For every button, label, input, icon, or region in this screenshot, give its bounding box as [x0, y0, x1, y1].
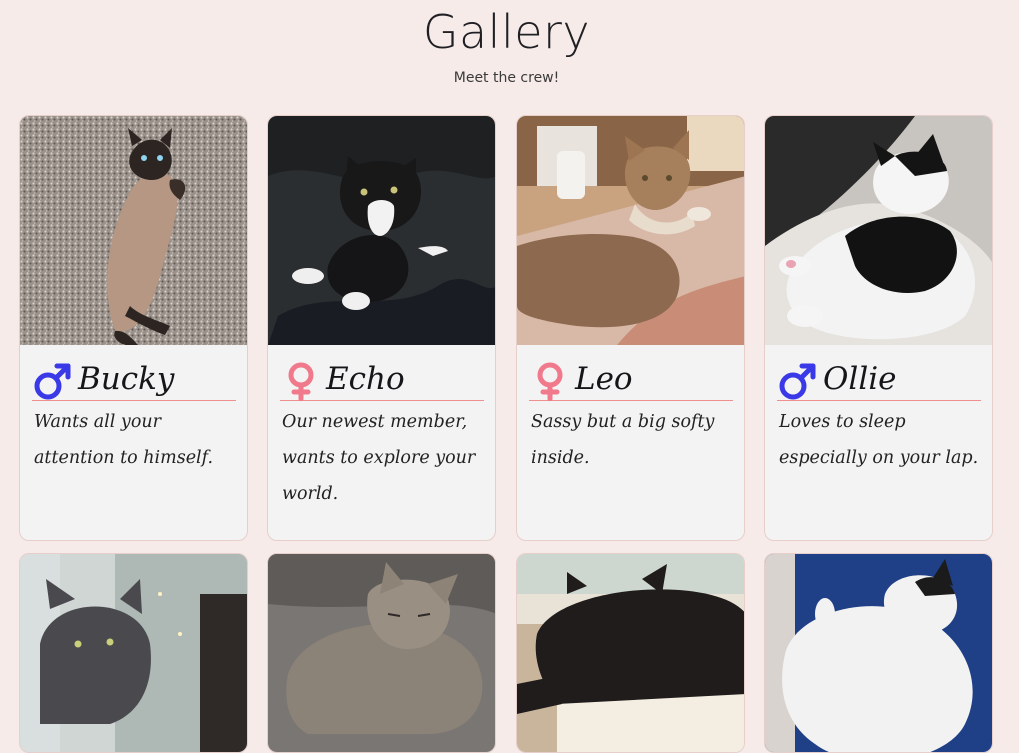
- cat-photo-leo: [517, 116, 744, 345]
- cat-photo-bucky: [20, 116, 247, 345]
- cat-name-row: Bucky: [32, 356, 236, 401]
- cat-name: Leo: [575, 361, 633, 397]
- cat-description: Wants all your attention to himself.: [34, 412, 214, 468]
- female-symbol-icon: [537, 362, 563, 401]
- cat-photo: [268, 554, 495, 752]
- cat-name: Echo: [326, 361, 405, 397]
- cat-photo: [517, 554, 744, 752]
- cat-card-leo: Leo Sassy but a big softy inside.: [516, 115, 745, 541]
- cat-photo-echo: [268, 116, 495, 345]
- cat-card-6: [267, 553, 496, 753]
- cat-description: Loves to sleep especially on your lap.: [779, 412, 979, 468]
- cat-card-echo: Echo Our newest member, wants to explore…: [267, 115, 496, 541]
- cat-name: Bucky: [78, 361, 175, 397]
- cat-card-5: [19, 553, 248, 753]
- cat-description: Sassy but a big softy inside.: [531, 412, 715, 468]
- cat-name-row: Echo: [280, 356, 484, 401]
- page-title: Gallery: [422, 5, 591, 59]
- cat-card-ollie: Ollie Loves to sleep especially on your …: [764, 115, 993, 541]
- cat-photo: [20, 554, 247, 752]
- page-subtitle: Meet the crew!: [453, 70, 560, 86]
- cat-name-row: Leo: [529, 356, 733, 401]
- cat-photo-ollie: [765, 116, 992, 345]
- female-symbol-icon: [288, 362, 314, 401]
- cat-card-bucky: Bucky Wants all your attention to himsel…: [19, 115, 248, 541]
- cat-card-7: [516, 553, 745, 753]
- cat-photo: [765, 554, 992, 752]
- cat-name: Ollie: [823, 361, 897, 397]
- cat-description: Our newest member, wants to explore your…: [282, 412, 476, 504]
- cat-card-8: [764, 553, 993, 753]
- male-symbol-icon: [34, 363, 71, 400]
- cat-name-row: Ollie: [777, 356, 981, 401]
- male-symbol-icon: [779, 363, 816, 400]
